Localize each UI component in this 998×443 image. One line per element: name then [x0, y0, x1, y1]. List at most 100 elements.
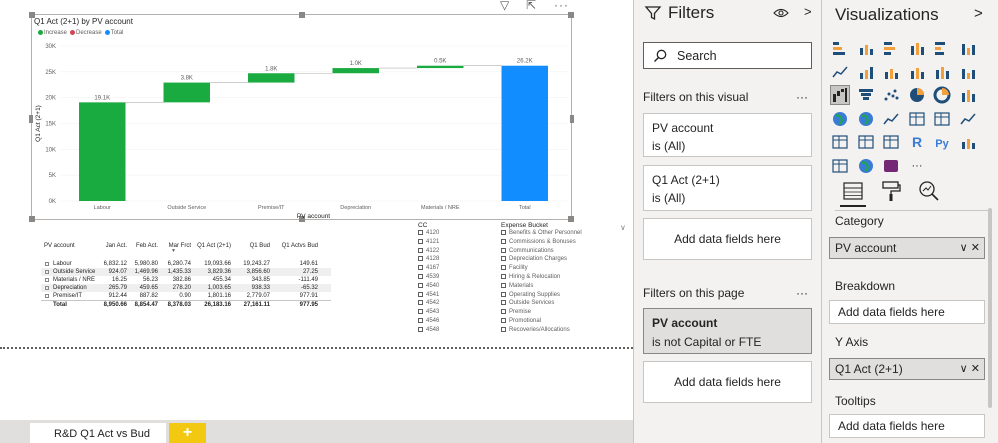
x-tick-label: Depreciation [340, 205, 371, 211]
sort-descending-icon: ▼ [171, 248, 176, 254]
waterfall-bar[interactable] [501, 65, 548, 201]
waterfall-chart-visual[interactable]: 0K 5K 10K 15K 20K 25K 30K Q1 Act (2+1) 19.1K Labo… [29, 12, 574, 222]
checkbox[interactable] [418, 309, 423, 315]
chevron-down-icon[interactable]: ∨ [620, 223, 626, 232]
table-cell: 977.95 [299, 302, 318, 308]
y-axis-field-pill[interactable]: Q1 Act (2+1) ∨ ✕ [829, 358, 985, 380]
report-canvas[interactable]: ▽ ⇱ ··· 0K 5K 10K 15K 20K 25K 30K Q1 Act (2+1) 1… [0, 0, 633, 443]
table-row[interactable]: Depreciation 265.79 459.65 278.20 1,003.65 93… [41, 284, 331, 292]
table-cell: 6,832.12 [103, 261, 127, 267]
legend-item[interactable]: Total [111, 30, 124, 36]
collapse-filters-icon[interactable]: > [804, 4, 812, 19]
slicer-item[interactable]: 4128 [418, 255, 439, 263]
breakdown-dropzone[interactable]: Add data fields here [829, 300, 985, 324]
expense-bucket-slicer[interactable]: Expense Bucket Benefits & Other Personne… [501, 222, 626, 347]
slicer-item[interactable]: 4122 [418, 247, 439, 255]
slicer-item[interactable]: 4121 [418, 238, 439, 246]
add-page-button[interactable]: + [169, 423, 206, 443]
slicer-item[interactable]: 4542 [418, 299, 439, 307]
slicer-item[interactable]: Depreciation Charges [501, 255, 567, 263]
filters-search-input[interactable]: Search [643, 42, 812, 69]
checkbox[interactable] [501, 282, 506, 288]
checkbox[interactable] [501, 300, 506, 306]
checkbox[interactable] [501, 256, 506, 262]
slicer-item[interactable]: 4120 [418, 229, 439, 237]
slicer-item[interactable]: 4543 [418, 308, 439, 316]
table-row[interactable]: Labour 6,832.12 5,980.80 6,280.74 19,093.66 1… [41, 260, 331, 268]
slicer-item[interactable]: 4546 [418, 317, 439, 325]
checkbox[interactable] [418, 265, 423, 271]
checkbox[interactable] [418, 300, 423, 306]
page-tab[interactable]: R&D Q1 Act vs Bud [30, 423, 166, 443]
checkbox[interactable] [418, 291, 423, 297]
checkbox[interactable] [418, 247, 423, 253]
checkbox[interactable] [418, 238, 423, 244]
slicer-item[interactable]: Promotional [501, 317, 541, 325]
slicer-item[interactable]: Facility [501, 264, 528, 272]
table-row[interactable]: Materials / NRE 16.25 56.23 382.86 455.34 343… [41, 276, 331, 284]
slicer-item[interactable]: Commissions & Bonuses [501, 238, 576, 246]
slicer-item[interactable]: Premise [501, 308, 531, 316]
legend-item[interactable]: Decrease [76, 30, 102, 36]
slicer-item-label: Premise [509, 309, 532, 316]
slicer-item-label: Facility [509, 265, 528, 272]
slicer-item-label: 4120 [426, 230, 440, 236]
filter-card-q1-act[interactable]: Q1 Act (2+1) is (All) [643, 165, 812, 211]
slicer-item[interactable]: Outside Services [501, 299, 554, 307]
checkbox[interactable] [501, 317, 506, 323]
slicer-item[interactable]: 4548 [418, 326, 439, 334]
more-options-icon[interactable]: ··· [796, 90, 808, 104]
slicer-item[interactable]: Recoveries/Allocations [501, 326, 570, 334]
slicer-item[interactable]: Operating Supplies [501, 291, 560, 299]
focus-mode-icon[interactable]: ⇱ [526, 0, 536, 12]
filter-card-pv-account[interactable]: PV account is (All) [643, 113, 812, 157]
filter-icon[interactable]: ▽ [500, 0, 509, 12]
checkbox[interactable] [418, 229, 423, 235]
checkbox[interactable] [501, 247, 506, 253]
slicer-item[interactable]: Communications [501, 247, 554, 255]
category-field-pill[interactable]: PV account ∨ ✕ [829, 237, 985, 259]
waterfall-bar[interactable] [79, 102, 126, 201]
checkbox[interactable] [501, 265, 506, 271]
slicer-item[interactable]: 4541 [418, 291, 439, 299]
slicer-item[interactable]: 4167 [418, 264, 439, 272]
checkbox[interactable] [418, 317, 423, 323]
checkbox[interactable] [418, 273, 423, 279]
checkbox[interactable] [418, 256, 423, 262]
slicer-item[interactable]: Hiring & Relocation [501, 273, 560, 281]
filter-card-pv-account-page[interactable]: PV account is not Capital or FTE [643, 308, 812, 354]
checkbox[interactable] [418, 326, 423, 332]
cc-slicer[interactable]: CC 4120 4121 4122 4128 4167 4539 4540 4541 4542 4… [418, 222, 488, 347]
slicer-item[interactable]: 4539 [418, 273, 439, 281]
waterfall-bar[interactable] [417, 65, 464, 69]
chevron-down-close-icon[interactable]: ∨ ✕ [960, 238, 980, 258]
table-cell: 56.23 [142, 277, 158, 283]
waterfall-bar[interactable] [163, 82, 210, 103]
slicer-item[interactable]: Benefits & Other Personnel [501, 229, 582, 237]
waterfall-bar[interactable] [248, 73, 295, 83]
table-cell: 5,980.80 [134, 261, 158, 267]
checkbox[interactable] [501, 291, 506, 297]
slicer-item[interactable]: 4540 [418, 282, 439, 290]
more-options-icon[interactable]: ··· [796, 286, 808, 300]
checkbox[interactable] [501, 273, 506, 279]
table-visual[interactable]: PV account Jan Act. Feb Act. Mar Frct Q1 Act… [41, 242, 331, 322]
eye-icon[interactable] [773, 7, 789, 19]
add-visual-filter-dropzone[interactable]: Add data fields here [643, 218, 812, 260]
legend-item[interactable]: Increase [44, 30, 67, 36]
table-row[interactable]: Premise/IT 912.44 887.82 0.90 1,801.16 2,779.… [41, 292, 331, 300]
pane-scrollbar[interactable] [988, 208, 992, 408]
checkbox[interactable] [501, 229, 506, 235]
waterfall-bar[interactable] [332, 68, 379, 74]
checkbox[interactable] [501, 309, 506, 315]
table-row[interactable]: Outside Service 924.07 1,469.96 1,435.33 3,8… [41, 268, 331, 276]
slicer-item[interactable]: Materials [501, 282, 533, 290]
checkbox[interactable] [501, 238, 506, 244]
checkbox[interactable] [501, 326, 506, 332]
add-page-filter-dropzone[interactable]: Add data fields here [643, 361, 812, 403]
checkbox[interactable] [418, 282, 423, 288]
slicer-item-label: Communications [509, 247, 554, 254]
more-options-icon[interactable]: ··· [554, 0, 569, 12]
tooltips-dropzone[interactable]: Add data fields here [829, 414, 985, 438]
chevron-down-close-icon[interactable]: ∨ ✕ [960, 359, 980, 379]
